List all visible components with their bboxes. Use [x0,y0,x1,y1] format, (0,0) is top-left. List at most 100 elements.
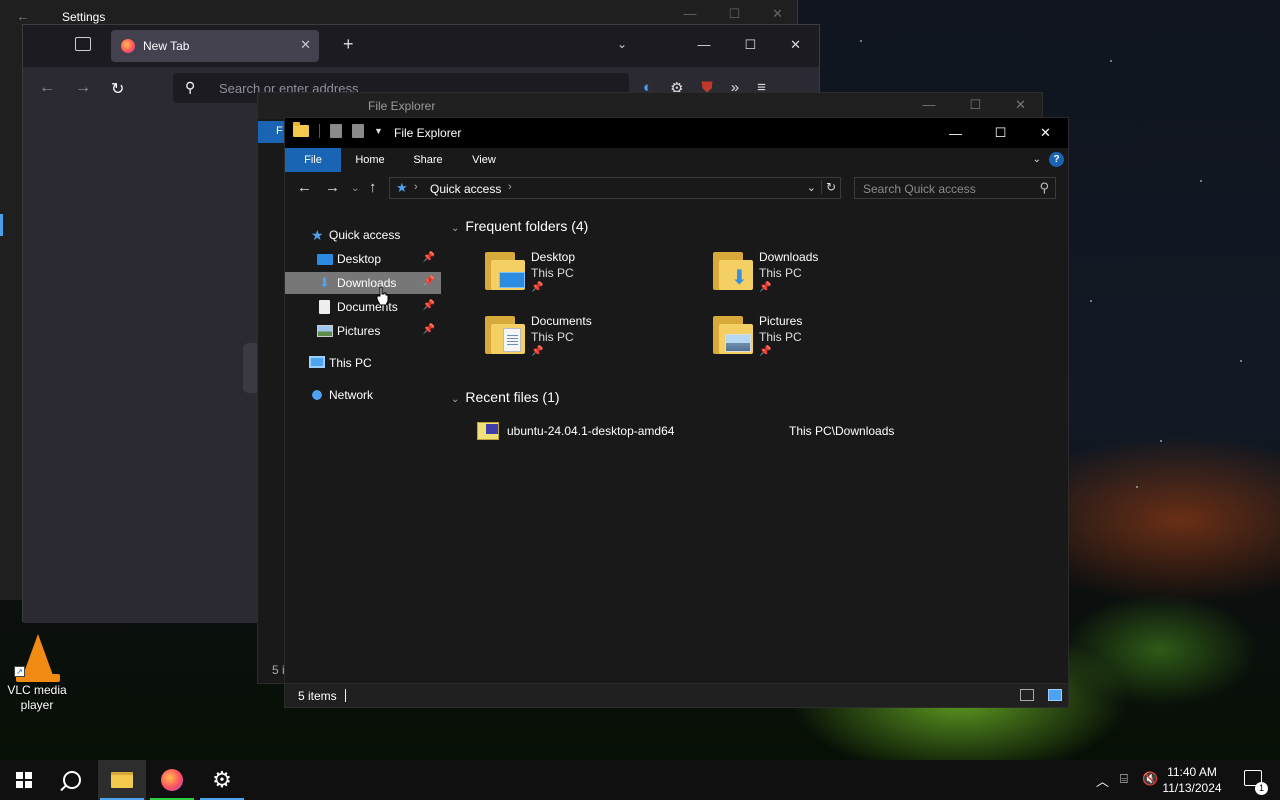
browser-window-controls: — ☐ ✕ [697,37,801,53]
tab-close-icon[interactable]: ✕ [300,37,311,53]
tab-list-chevron-icon[interactable]: ⌄ [617,37,627,51]
breadcrumb-quick-access[interactable]: Quick access [430,182,501,196]
quick-access-star-icon: ★ [396,180,408,195]
maximize-icon[interactable]: ☐ [969,97,981,113]
maximize-icon[interactable]: ☐ [728,6,740,22]
folder-tile-desktop[interactable]: Desktop This PC 📌 [485,248,705,304]
path-bar[interactable]: ★ › Quick access › ⌄ ↻ [389,177,841,199]
close-button[interactable]: ✕ [1023,118,1068,148]
star [1160,440,1162,442]
minimize-icon[interactable]: — [683,6,696,22]
separator [319,124,320,138]
volume-muted-icon[interactable]: 🔇 [1142,771,1158,787]
folder-icon [485,316,525,354]
tab-home[interactable]: Home [345,148,395,172]
desktop-icon [499,272,525,288]
tab-view[interactable]: View [459,148,509,172]
file-tab[interactable]: F [258,121,286,143]
nav-item-network[interactable]: Network [285,384,441,406]
close-icon[interactable]: ✕ [1015,97,1026,113]
minimize-button[interactable]: — [933,118,978,148]
network-icon[interactable]: ⌸ [1120,771,1128,787]
recent-locations-chevron-icon[interactable]: ⌄ [351,183,359,194]
folder-location: This PC [759,266,802,280]
folder-tile-documents[interactable]: Documents This PC 📌 [485,312,705,368]
pin-icon[interactable]: 📌 [423,276,435,287]
minimize-icon[interactable]: — [697,37,710,53]
nav-item-pictures[interactable]: Pictures 📌 [285,320,441,342]
up-arrow-icon[interactable]: ↑ [369,179,377,196]
help-icon[interactable]: ? [1049,152,1064,167]
nav-item-downloads[interactable]: ⬇ Downloads 📌 [285,272,441,294]
hand-cursor-icon [376,286,389,306]
pin-icon: 📌 [759,282,772,293]
folder-name: Downloads [759,250,819,264]
minimize-icon[interactable]: — [922,97,935,113]
path-dropdown-chevron-icon[interactable]: ⌄ [807,181,816,194]
nav-item-this-pc[interactable]: This PC [285,352,441,374]
firefox-icon [121,39,135,53]
large-icons-view-icon[interactable] [1048,689,1062,701]
status-bar: 5 items [285,683,1068,707]
collapse-chevron-icon[interactable]: ⌄ [451,394,459,405]
tab-share[interactable]: Share [403,148,453,172]
forward-arrow-icon[interactable]: → [325,179,340,196]
pictures-icon [317,325,333,337]
nav-label: Desktop [337,252,382,266]
frequent-folders-header[interactable]: ⌄ Frequent folders (4) [451,218,588,234]
network-icon [309,388,325,402]
start-button[interactable] [0,760,48,800]
breadcrumb-chevron-icon[interactable]: › [414,181,418,193]
recent-files-header[interactable]: ⌄ Recent files (1) [451,389,560,405]
pin-icon[interactable]: 📌 [423,300,435,311]
refresh-icon[interactable]: ↻ [820,180,836,194]
nav-label: Pictures [337,324,381,338]
reload-icon[interactable]: ↻ [111,79,124,99]
search-icon: ⚲ [185,79,196,95]
collapse-chevron-icon[interactable]: ⌄ [451,223,459,234]
pin-icon[interactable]: 📌 [423,252,435,263]
search-input[interactable]: Search Quick access ⚲ [854,177,1056,199]
folder-tile-downloads[interactable]: ⬇ Downloads This PC 📌 [713,248,933,304]
nav-item-desktop[interactable]: Desktop 📌 [285,248,441,270]
nav-item-documents[interactable]: Documents 📌 [285,296,441,318]
folder-name: Documents [531,314,592,328]
back-arrow-icon[interactable]: ← [39,79,55,97]
maximize-icon[interactable]: ☐ [744,37,756,53]
tab-file[interactable]: File [285,148,341,172]
browser-tab[interactable]: New Tab ✕ [111,30,319,62]
file-explorer-window[interactable]: ▼ File Explorer — ☐ ✕ File Home Share Vi… [284,117,1069,708]
search-button[interactable] [48,760,96,800]
list-item[interactable]: ubuntu-24.04.1-desktop-amd64 This PC\Dow… [477,420,1037,442]
properties-icon[interactable] [330,124,342,138]
taskbar-file-explorer[interactable] [98,760,146,800]
taskbar-firefox[interactable] [148,760,196,800]
iso-file-icon [477,422,499,440]
maximize-button[interactable]: ☐ [978,118,1023,148]
documents-icon [319,300,330,314]
back-arrow-icon[interactable]: ← [16,8,30,24]
expand-ribbon-chevron-icon[interactable]: ⌄ [1033,154,1041,165]
pin-icon[interactable]: 📌 [423,324,435,335]
firefox-icon [161,769,183,791]
close-icon[interactable]: ✕ [772,6,783,22]
new-tab-icon[interactable]: + [343,35,354,53]
notification-count: 1 [1255,782,1268,795]
show-hidden-icons-chevron-icon[interactable]: ︿ [1096,771,1109,790]
taskbar-settings[interactable]: ⚙ [198,760,246,800]
quick-access-toolbar: ▼ [293,122,383,138]
details-view-icon[interactable] [1020,689,1034,701]
forward-arrow-icon[interactable]: → [75,79,91,97]
search-icon[interactable]: ⚲ [1039,180,1049,196]
new-folder-icon[interactable] [352,124,364,138]
desktop-icon-vlc[interactable]: ↗ VLC media player [2,630,72,716]
clock[interactable]: 11:40 AM 11/13/2024 [1160,764,1224,796]
nav-item-quick-access[interactable]: ★ Quick access [285,224,441,246]
breadcrumb-chevron-icon[interactable]: › [508,181,512,193]
customize-dropdown-icon[interactable]: ▼ [374,126,383,136]
tab-view-icon[interactable] [75,37,91,51]
close-icon[interactable]: ✕ [790,37,801,53]
folder-tile-pictures[interactable]: Pictures This PC 📌 [713,312,933,368]
back-arrow-icon[interactable]: ← [297,179,312,196]
system-tray: ︿ ⌸ 🔇 11:40 AM 11/13/2024 1 [1080,760,1280,800]
